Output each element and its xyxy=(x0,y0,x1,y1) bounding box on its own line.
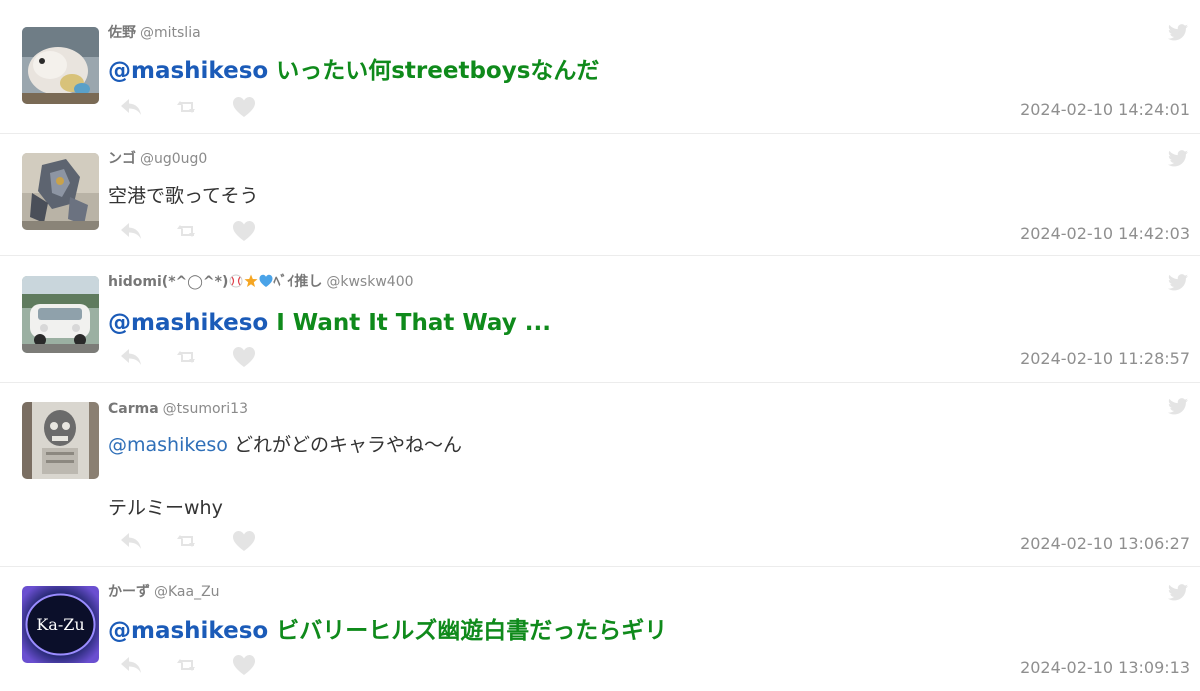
blue-heart-icon xyxy=(259,274,273,287)
tweet-message-line2: テルミーwhy xyxy=(108,497,223,519)
reply-icon[interactable] xyxy=(119,530,143,552)
heart-icon[interactable] xyxy=(232,220,256,242)
tweet-message: 空港で歌ってそう xyxy=(108,185,259,207)
reply-icon[interactable] xyxy=(119,220,143,242)
user-handle[interactable]: @kwskw400 xyxy=(326,274,413,290)
mention-link[interactable]: @mashikeso xyxy=(108,310,268,336)
display-name[interactable]: Carma xyxy=(108,401,159,417)
tweet-text: @mashikeso どれがどのキャラやね～ん テルミーwhy xyxy=(108,425,462,528)
user-handle[interactable]: @tsumori13 xyxy=(163,401,248,417)
avatar[interactable] xyxy=(22,276,99,353)
reply-icon[interactable] xyxy=(119,96,143,118)
retweet-icon[interactable] xyxy=(175,96,199,118)
avatar[interactable] xyxy=(22,402,99,479)
baseball-icon xyxy=(229,274,243,288)
tweet-header: hidomi(*^◯^*) ﾍﾞｲ推し @kwskw400 xyxy=(108,273,414,291)
tweet-text: @mashikeso I Want It That Way ... xyxy=(108,302,551,344)
tweet-item: 佐野 @mitslia @mashikeso いったい何streetboysなんだ… xyxy=(0,0,1200,134)
twitter-bird-icon[interactable] xyxy=(1168,274,1188,291)
tweet-timestamp[interactable]: 2024-02-10 13:09:13 xyxy=(1020,658,1190,677)
tweet-actions xyxy=(119,96,259,118)
user-handle[interactable]: @Kaa_Zu xyxy=(154,584,220,600)
retweet-icon[interactable] xyxy=(175,654,199,676)
twitter-bird-icon[interactable] xyxy=(1168,150,1188,167)
tweet-text: @mashikeso いったい何streetboysなんだ xyxy=(108,50,599,92)
tweet-actions xyxy=(119,346,259,368)
tweet-timestamp[interactable]: 2024-02-10 14:24:01 xyxy=(1020,100,1190,119)
heart-icon[interactable] xyxy=(232,346,256,368)
twitter-bird-icon[interactable] xyxy=(1168,584,1188,601)
retweet-icon[interactable] xyxy=(175,530,199,552)
tweet-actions xyxy=(119,654,259,676)
tweet-message: どれがどのキャラやね～ん xyxy=(233,434,462,456)
avatar[interactable] xyxy=(22,27,99,104)
tweet-header: 佐野 @mitslia xyxy=(108,24,201,42)
tweet-item: Ka-Zu かーず @Kaa_Zu @mashikeso ビバリーヒルズ幽遊白書だ… xyxy=(0,567,1200,691)
tweet-header: Carma @tsumori13 xyxy=(108,400,248,418)
tweet-header: ンゴ @ug0ug0 xyxy=(108,150,207,168)
mention-link[interactable]: @mashikeso xyxy=(108,618,268,644)
reply-icon[interactable] xyxy=(119,346,143,368)
heart-icon[interactable] xyxy=(232,96,256,118)
tweet-message: I Want It That Way ... xyxy=(276,310,551,336)
tweet-text: @mashikeso ビバリーヒルズ幽遊白書だったらギリ xyxy=(108,610,667,652)
tweet-actions xyxy=(119,530,259,552)
tweet-header: かーず @Kaa_Zu xyxy=(108,583,220,601)
display-name-suffix[interactable]: ﾍﾞｲ推し xyxy=(273,274,322,290)
tweet-timestamp[interactable]: 2024-02-10 11:28:57 xyxy=(1020,349,1190,368)
tweet-timestamp[interactable]: 2024-02-10 14:42:03 xyxy=(1020,224,1190,243)
heart-icon[interactable] xyxy=(232,654,256,676)
twitter-bird-icon[interactable] xyxy=(1168,398,1188,415)
display-name[interactable]: 佐野 xyxy=(108,25,136,41)
twitter-bird-icon[interactable] xyxy=(1168,24,1188,41)
tweet-message: ビバリーヒルズ幽遊白書だったらギリ xyxy=(276,618,668,644)
display-name[interactable]: hidomi(*^◯^*) xyxy=(108,274,228,290)
tweet-item: Carma @tsumori13 @mashikeso どれがどのキャラやね～ん … xyxy=(0,383,1200,567)
avatar[interactable] xyxy=(22,153,99,230)
user-handle[interactable]: @ug0ug0 xyxy=(140,151,207,167)
tweet-feed: 佐野 @mitslia @mashikeso いったい何streetboysなんだ… xyxy=(0,0,1200,691)
avatar-text: Ka-Zu xyxy=(36,615,84,634)
heart-icon[interactable] xyxy=(232,530,256,552)
tweet-timestamp[interactable]: 2024-02-10 13:06:27 xyxy=(1020,534,1190,553)
tweet-message: いったい何streetboysなんだ xyxy=(276,58,600,84)
retweet-icon[interactable] xyxy=(175,220,199,242)
reply-icon[interactable] xyxy=(119,654,143,676)
display-name[interactable]: ンゴ xyxy=(108,151,136,167)
tweet-actions xyxy=(119,220,259,242)
retweet-icon[interactable] xyxy=(175,346,199,368)
star-icon xyxy=(244,274,258,287)
user-handle[interactable]: @mitslia xyxy=(140,25,201,41)
mention-link[interactable]: @mashikeso xyxy=(108,434,228,456)
tweet-text: 空港で歌ってそう xyxy=(108,176,258,216)
tweet-item: hidomi(*^◯^*) ﾍﾞｲ推し @kwskw400 @mashikeso I… xyxy=(0,256,1200,383)
avatar[interactable]: Ka-Zu xyxy=(22,586,99,663)
mention-link[interactable]: @mashikeso xyxy=(108,58,268,84)
tweet-item: ンゴ @ug0ug0 空港で歌ってそう 2024-02-10 14:42:03 xyxy=(0,126,1200,256)
display-name[interactable]: かーず xyxy=(108,584,150,600)
